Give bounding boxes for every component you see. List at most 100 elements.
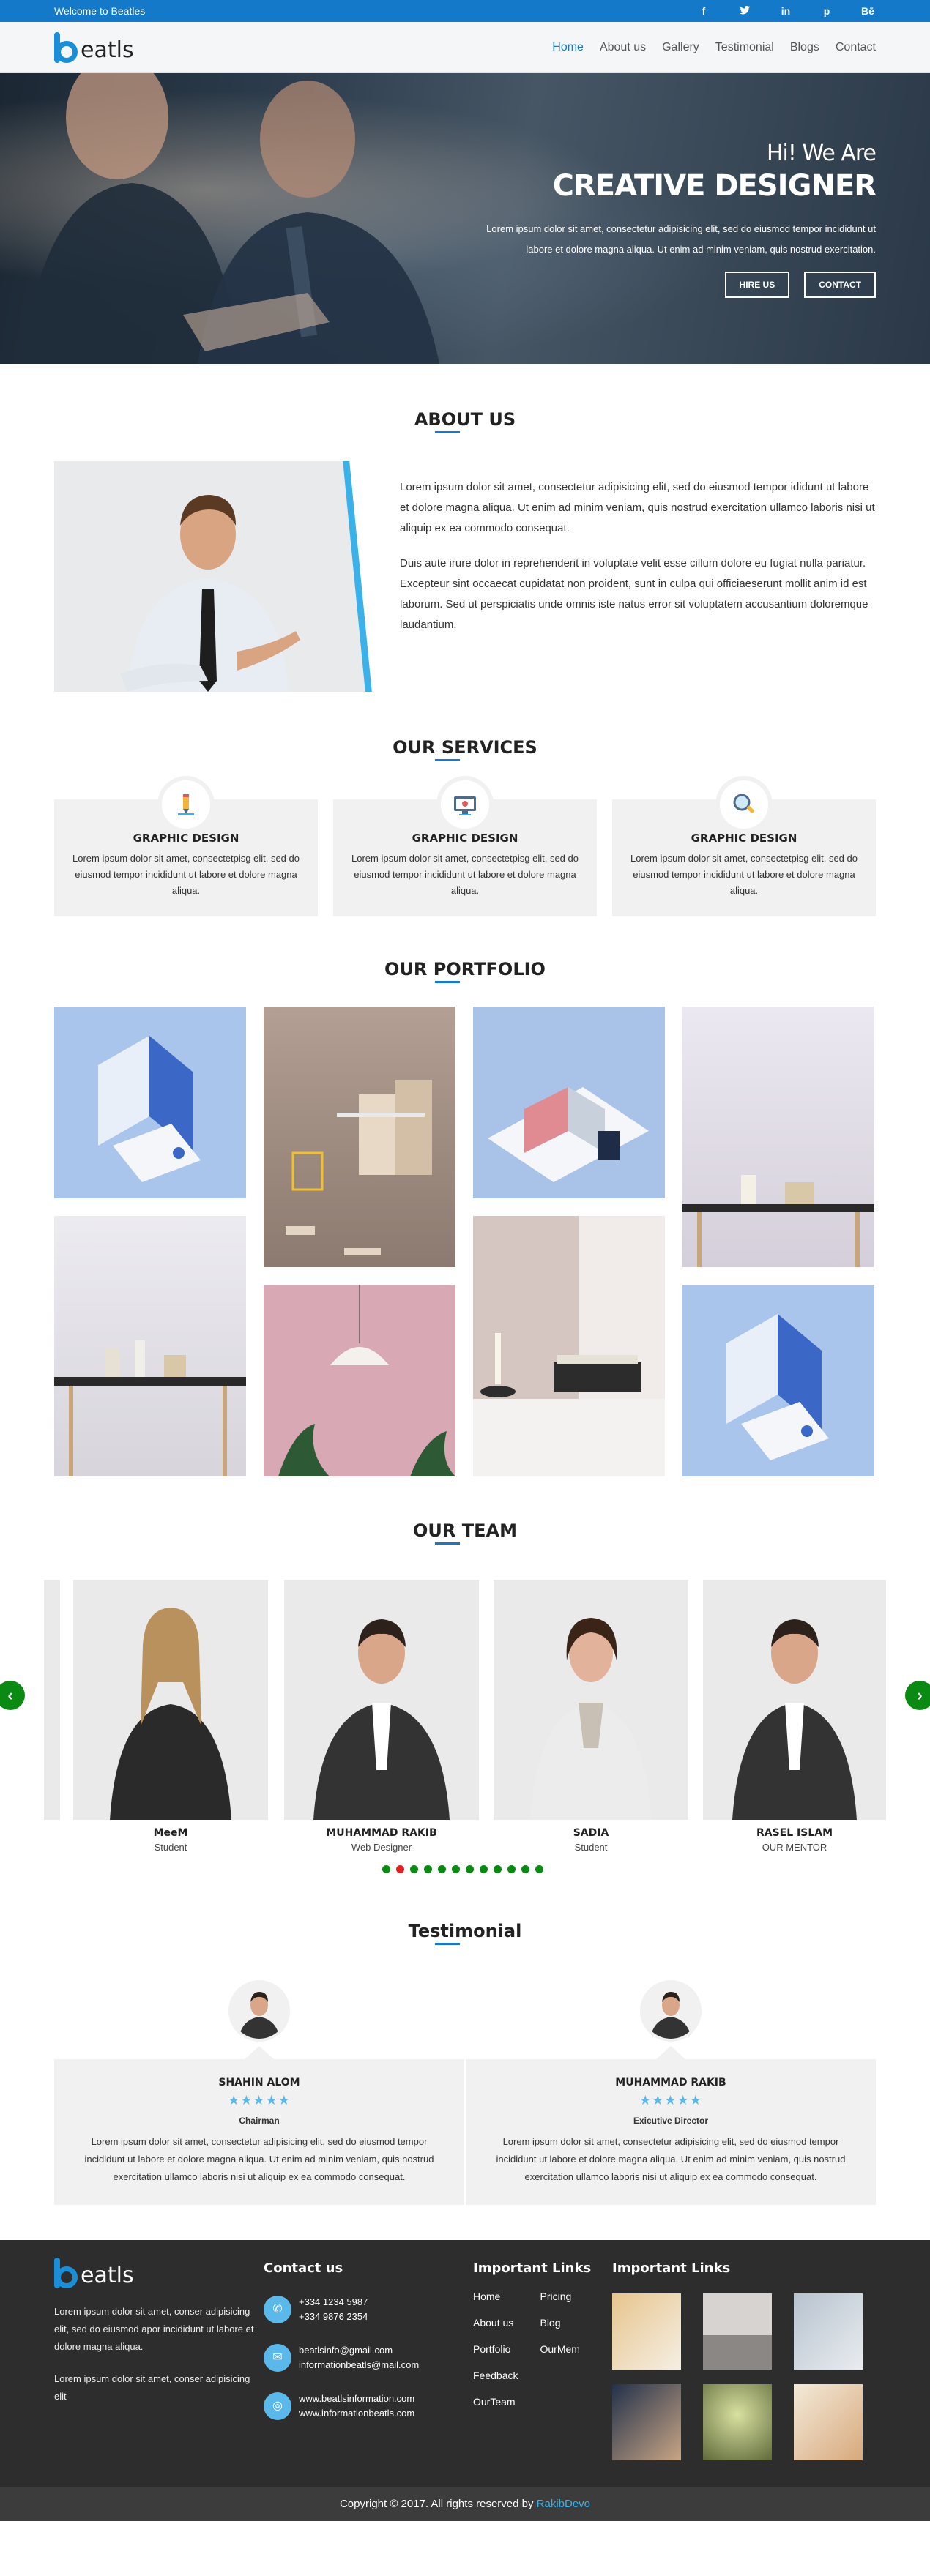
gallery-thumb[interactable] [612,2384,681,2460]
portfolio-item[interactable] [473,1216,665,1476]
avatar [228,1980,290,2042]
gallery-thumb[interactable] [794,2293,863,2370]
hero-kicker: Hi! We Are [766,141,877,166]
testimonial-section: Testimonial SHAHIN ALOM ★★★★★ Chairman L… [54,1873,876,2205]
top-bar: Welcome to Beatles f in p Bē [0,0,930,22]
footer-link-ourteam[interactable]: OurTeam [473,2396,518,2408]
about-paragraph-2: Duis aute irure dolor in reprehenderit i… [400,557,868,631]
service-card[interactable]: GRAPHIC DESIGN Lorem ipsum dolor sit ame… [54,776,318,916]
team-member[interactable]: SADIA Student [494,1580,688,1853]
portfolio-item[interactable] [54,1007,246,1198]
monitor-icon [436,776,494,833]
links-title: Important Links [473,2260,592,2276]
service-card[interactable]: GRAPHIC DESIGN Lorem ipsum dolor sit ame… [612,776,876,916]
testimonial-card: MUHAMMAD RAKIB ★★★★★ Exicutive Director … [466,1980,876,2205]
logo[interactable]: eatls [54,32,134,63]
navbar: eatls Home About us Gallery Testimonial … [0,22,930,73]
footer-link-portfolio[interactable]: Portfolio [473,2343,518,2355]
portfolio-item[interactable] [54,1216,246,1476]
portfolio-item[interactable] [264,1285,455,1476]
about-image [54,461,384,692]
footer-link-ourmem[interactable]: OurMem [540,2343,579,2355]
team-member[interactable]: RASEL ISLAM OUR MENTOR [703,1580,886,1853]
gallery-thumb[interactable] [612,2293,681,2370]
website-2[interactable]: www.informationbeatls.com [299,2406,414,2421]
hero-people-illustration [22,73,439,364]
copyright-text: Copyright © 2017. All rights reserved by [339,2498,534,2510]
member-role: OUR MENTOR [762,1842,827,1853]
gallery-thumb[interactable] [794,2384,863,2460]
magnifier-icon [715,776,773,833]
main-menu: Home About us Gallery Testimonial Blogs … [552,41,876,54]
testimonial-card: SHAHIN ALOM ★★★★★ Chairman Lorem ipsum d… [54,1980,464,2205]
logo-mark-icon [54,2258,79,2288]
nav-gallery[interactable]: Gallery [662,41,699,54]
footer-link-pricing[interactable]: Pricing [540,2291,579,2302]
hero-text: Hi! We Are CREATIVE DESIGNER Lorem ipsum… [466,141,877,298]
pinterest-icon[interactable]: p [819,5,835,17]
phone-icon: ✆ [264,2296,291,2323]
member-role: Student [574,1842,608,1853]
nav-about[interactable]: About us [600,41,646,54]
footer-link-blog[interactable]: Blog [540,2317,579,2329]
mail-icon: ✉ [264,2344,291,2372]
member-photo [703,1580,886,1820]
phone-1: +334 1234 5987 [299,2296,368,2307]
team-carousel: MeeM Student MUHAMMAD RAKIB Web Designer… [0,1580,930,1873]
gallery-thumb[interactable] [703,2384,772,2460]
phone-2: +334 9876 2354 [299,2311,368,2322]
testimonial-role: Chairman [239,2116,280,2126]
behance-icon[interactable]: Bē [860,5,876,17]
about-paragraph-1: Lorem ipsum dolor sit amet, consectetur … [400,481,875,534]
footer-about-1: Lorem ipsum dolor sit amet, conser adipi… [54,2306,254,2352]
service-text: Lorem ipsum dolor sit amet, consectetpis… [72,853,300,896]
testimonial-text: Lorem ipsum dolor sit amet, consectetur … [496,2136,846,2182]
footer-logo[interactable]: eatls [54,2258,264,2288]
globe-icon: ◎ [264,2392,291,2420]
service-card[interactable]: GRAPHIC DESIGN Lorem ipsum dolor sit ame… [333,776,597,916]
nav-blogs[interactable]: Blogs [790,41,819,54]
nav-testimonial[interactable]: Testimonial [715,41,774,54]
chevron-left-icon: ‹ [7,1686,13,1704]
member-name: RASEL ISLAM [756,1827,833,1839]
member-role: Student [154,1842,187,1853]
linkedin-icon[interactable]: in [778,5,794,17]
team-member[interactable]: MUHAMMAD RAKIB Web Designer [284,1580,479,1853]
hire-us-button[interactable]: HIRE US [724,272,790,298]
contact-button[interactable]: CONTACT [804,272,876,298]
portfolio-item[interactable] [473,1007,665,1198]
website-1[interactable]: www.beatlsinformation.com [299,2392,414,2406]
smiling-man-photo [120,495,300,692]
member-photo [284,1580,479,1820]
service-title: GRAPHIC DESIGN [133,832,239,845]
member-photo [73,1580,268,1820]
carousel-prev-button[interactable]: ‹ [0,1681,25,1710]
service-title: GRAPHIC DESIGN [691,832,797,845]
facebook-icon[interactable]: f [696,5,712,17]
services-section: OUR SERVICES GRAPHIC DESIGN Lorem ipsum … [54,692,876,916]
portfolio-item[interactable] [682,1285,874,1476]
member-name: MUHAMMAD RAKIB [326,1827,437,1839]
gallery-thumb[interactable] [703,2293,772,2370]
footer-about-2: Lorem ipsum dolor sit amet, conser adipi… [54,2373,250,2402]
nav-home[interactable]: Home [552,41,584,54]
footer-link-about[interactable]: About us [473,2317,518,2329]
email-1[interactable]: beatlsinfo@gmail.com [299,2343,419,2358]
team-member[interactable]: MeeM Student [73,1580,268,1853]
hero-banner: Hi! We Are CREATIVE DESIGNER Lorem ipsum… [0,73,930,364]
twitter-icon[interactable] [737,5,753,17]
member-photo [494,1580,688,1820]
footer-link-home[interactable]: Home [473,2291,518,2302]
logo-text: eatls [81,37,134,63]
service-text: Lorem ipsum dolor sit amet, consectetpis… [630,853,858,896]
testimonial-name: SHAHIN ALOM [218,2077,300,2088]
carousel-next-button[interactable]: › [905,1681,930,1710]
nav-contact[interactable]: Contact [836,41,876,54]
hero-description: Lorem ipsum dolor sit amet, consectetur … [486,223,876,255]
portfolio-item[interactable] [682,1007,874,1267]
footer-link-feedback[interactable]: Feedback [473,2370,518,2381]
social-links: f in p Bē [696,5,876,17]
portfolio-item[interactable] [264,1007,455,1267]
email-2[interactable]: informationbeatls@mail.com [299,2358,419,2372]
copyright-brand-link[interactable]: RakibDevo [537,2498,590,2510]
